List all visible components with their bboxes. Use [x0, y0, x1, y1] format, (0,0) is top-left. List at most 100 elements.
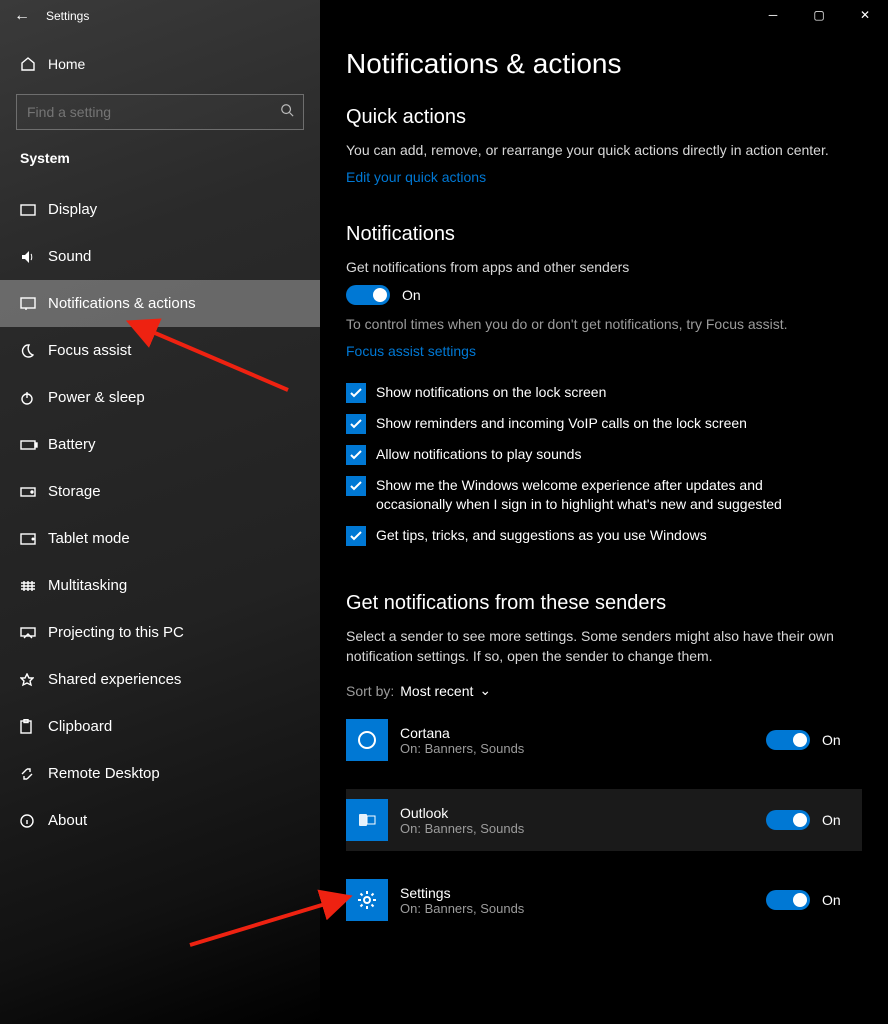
- sidebar-item-focus-assist[interactable]: Focus assist: [0, 327, 320, 374]
- sidebar-item-shared-experiences[interactable]: Shared experiences: [0, 656, 320, 703]
- tablet-icon: [20, 533, 48, 545]
- sound-icon: [20, 250, 48, 264]
- checkbox-tips-tricks[interactable]: [346, 526, 366, 546]
- clipboard-icon: [20, 719, 48, 734]
- checkbox-label: Show reminders and incoming VoIP calls o…: [376, 414, 747, 434]
- checkbox-welcome-experience[interactable]: [346, 476, 366, 496]
- sender-toggle[interactable]: [766, 730, 810, 750]
- sidebar-item-battery[interactable]: Battery: [0, 421, 320, 468]
- focus-assist-link[interactable]: Focus assist settings: [346, 343, 476, 359]
- notifications-toggle-state: On: [402, 287, 421, 303]
- sidebar-item-multitasking[interactable]: Multitasking: [0, 562, 320, 609]
- sender-toggle[interactable]: [766, 810, 810, 830]
- sidebar-item-label: Shared experiences: [48, 671, 181, 688]
- checkbox-label: Get tips, tricks, and suggestions as you…: [376, 526, 707, 546]
- sender-detail: On: Banners, Sounds: [400, 901, 758, 916]
- multitasking-icon: [20, 580, 48, 592]
- chevron-down-icon: ⌄: [479, 682, 491, 699]
- home-icon: [20, 56, 48, 72]
- checkbox-label: Show me the Windows welcome experience a…: [376, 476, 806, 515]
- sort-by-value: Most recent: [400, 683, 473, 699]
- checkbox-play-sounds[interactable]: [346, 445, 366, 465]
- sender-row-cortana[interactable]: Cortana On: Banners, Sounds On: [346, 709, 862, 771]
- checkbox-lock-screen[interactable]: [346, 383, 366, 403]
- sort-by-selector[interactable]: Sort by: Most recent ⌄: [346, 682, 862, 699]
- back-button[interactable]: ←: [14, 7, 38, 25]
- sidebar-item-label: Display: [48, 201, 97, 218]
- sidebar-item-label: Projecting to this PC: [48, 624, 184, 641]
- sender-row-settings[interactable]: Settings On: Banners, Sounds On: [346, 869, 862, 931]
- search-icon: [280, 103, 294, 120]
- sender-toggle[interactable]: [766, 890, 810, 910]
- sender-state: On: [822, 812, 862, 828]
- info-icon: [20, 814, 48, 828]
- senders-heading: Get notifications from these senders: [346, 592, 862, 615]
- close-button[interactable]: ✕: [842, 0, 888, 30]
- sidebar-section-label: System: [0, 144, 320, 176]
- sidebar-item-label: Notifications & actions: [48, 295, 196, 312]
- checkbox-reminders-voip[interactable]: [346, 414, 366, 434]
- notifications-toggle[interactable]: [346, 285, 390, 305]
- sidebar-item-notifications[interactable]: Notifications & actions: [0, 280, 320, 327]
- content-pane: ─ ▢ ✕ Notifications & actions Quick acti…: [320, 0, 888, 1024]
- sidebar-home-label: Home: [48, 56, 85, 72]
- page-title: Notifications & actions: [346, 48, 862, 80]
- window-title: Settings: [46, 9, 89, 23]
- moon-icon: [20, 344, 48, 358]
- senders-blurb: Select a sender to see more settings. So…: [346, 627, 846, 666]
- sidebar-item-tablet-mode[interactable]: Tablet mode: [0, 515, 320, 562]
- sender-name: Outlook: [400, 805, 758, 821]
- display-icon: [20, 204, 48, 216]
- sidebar-item-label: Power & sleep: [48, 389, 145, 406]
- sidebar-home[interactable]: Home: [0, 42, 320, 86]
- quick-actions-blurb: You can add, remove, or rearrange your q…: [346, 141, 846, 161]
- sort-by-label: Sort by:: [346, 683, 394, 699]
- sidebar-item-sound[interactable]: Sound: [0, 233, 320, 280]
- checkbox-label: Allow notifications to play sounds: [376, 445, 581, 465]
- sender-detail: On: Banners, Sounds: [400, 821, 758, 836]
- edit-quick-actions-link[interactable]: Edit your quick actions: [346, 169, 486, 185]
- sender-state: On: [822, 892, 862, 908]
- outlook-icon: [346, 799, 388, 841]
- sidebar-item-label: Clipboard: [48, 718, 112, 735]
- battery-icon: [20, 440, 48, 450]
- sidebar-item-label: Storage: [48, 483, 101, 500]
- projecting-icon: [20, 627, 48, 639]
- sidebar-item-power-sleep[interactable]: Power & sleep: [0, 374, 320, 421]
- quick-actions-heading: Quick actions: [346, 106, 862, 129]
- checkbox-label: Show notifications on the lock screen: [376, 383, 606, 403]
- gear-icon: [346, 879, 388, 921]
- search-input[interactable]: [16, 94, 304, 130]
- sidebar-item-label: Sound: [48, 248, 91, 265]
- sidebar-item-label: Focus assist: [48, 342, 131, 359]
- cortana-icon: [346, 719, 388, 761]
- sidebar-item-label: Battery: [48, 436, 96, 453]
- sidebar-item-projecting[interactable]: Projecting to this PC: [0, 609, 320, 656]
- minimize-button[interactable]: ─: [750, 0, 796, 30]
- sender-state: On: [822, 732, 862, 748]
- focus-assist-hint: To control times when you do or don't ge…: [346, 315, 846, 335]
- notifications-heading: Notifications: [346, 223, 862, 246]
- maximize-button[interactable]: ▢: [796, 0, 842, 30]
- sidebar-item-clipboard[interactable]: Clipboard: [0, 703, 320, 750]
- sender-row-outlook[interactable]: Outlook On: Banners, Sounds On: [346, 789, 862, 851]
- sidebar-item-about[interactable]: About: [0, 797, 320, 844]
- remote-icon: [20, 767, 48, 781]
- sender-name: Settings: [400, 885, 758, 901]
- sidebar-item-label: Tablet mode: [48, 530, 130, 547]
- sidebar-nav: Display Sound Notifications & actions Fo…: [0, 186, 320, 844]
- sidebar-item-remote-desktop[interactable]: Remote Desktop: [0, 750, 320, 797]
- sidebar: ← Settings Home System Display: [0, 0, 320, 1024]
- sidebar-item-label: About: [48, 812, 87, 829]
- notifications-desc: Get notifications from apps and other se…: [346, 258, 846, 278]
- power-icon: [20, 391, 48, 405]
- sidebar-item-display[interactable]: Display: [0, 186, 320, 233]
- sender-detail: On: Banners, Sounds: [400, 741, 758, 756]
- sidebar-item-label: Remote Desktop: [48, 765, 160, 782]
- sidebar-item-storage[interactable]: Storage: [0, 468, 320, 515]
- shared-icon: [20, 673, 48, 687]
- sender-name: Cortana: [400, 725, 758, 741]
- notifications-icon: [20, 297, 48, 311]
- storage-icon: [20, 487, 48, 497]
- sidebar-item-label: Multitasking: [48, 577, 127, 594]
